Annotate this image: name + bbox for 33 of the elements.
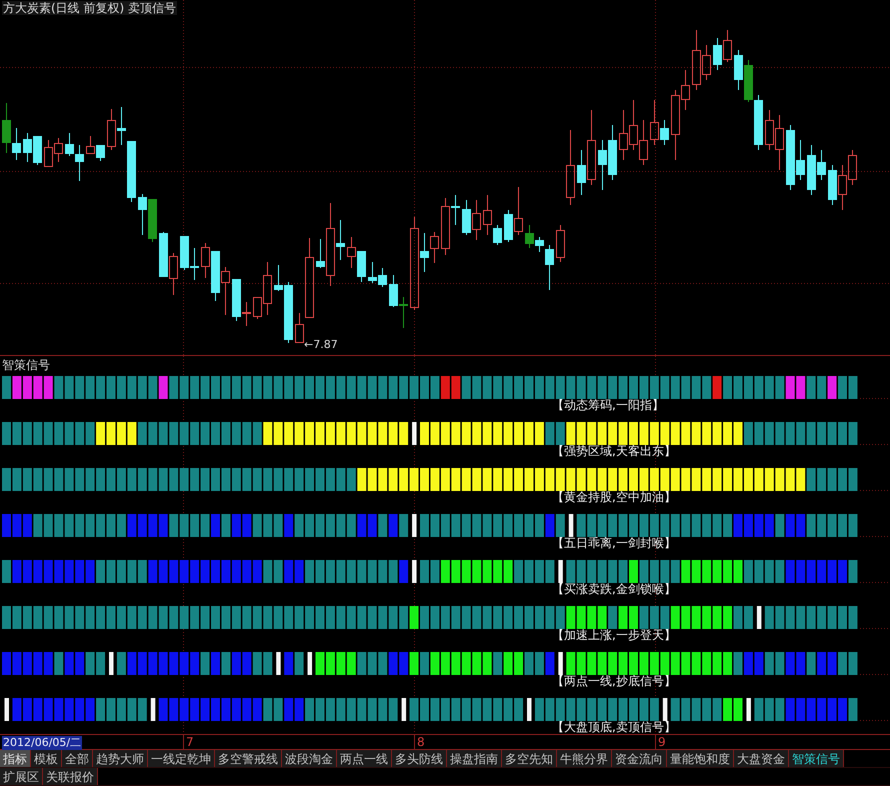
axis-tick-label: 8 bbox=[417, 735, 425, 749]
indicator-tab[interactable]: 多空先知 bbox=[502, 750, 557, 767]
indicator-tab[interactable]: 多空警戒线 bbox=[215, 750, 282, 767]
signal-label: 【大盘顶底,卖顶信号】 bbox=[552, 721, 676, 734]
indicator-tab[interactable]: 量能饱和度 bbox=[667, 750, 734, 767]
signal-label: 【五日乖离,一剑封喉】 bbox=[552, 537, 676, 550]
indicator-tab[interactable]: 波段淘金 bbox=[282, 750, 337, 767]
indicator-tab[interactable]: 牛熊分界 bbox=[557, 750, 612, 767]
indicator-tab[interactable]: 全部 bbox=[62, 750, 93, 767]
signal-label: 【动态筹码,一阳指】 bbox=[552, 399, 664, 412]
indicator-tab[interactable]: 大盘资金 bbox=[734, 750, 789, 767]
axis-tick-label: 7 bbox=[186, 735, 194, 749]
indicator-tab[interactable]: 智策信号 bbox=[789, 750, 844, 767]
signal-label: 【黄金持股,空中加油】 bbox=[552, 491, 676, 504]
indicator-tab[interactable]: 两点一线 bbox=[337, 750, 392, 767]
low-price-label: ←7.87 bbox=[304, 338, 338, 351]
mode-tab[interactable]: 指标 bbox=[0, 750, 31, 767]
signal-label: 【加速上涨,一步登天】 bbox=[552, 629, 676, 642]
indicator-tab[interactable]: 多头防线 bbox=[392, 750, 447, 767]
panel-tab[interactable]: 关联报价 bbox=[43, 768, 98, 785]
signal-label: 【买涨卖跌,金剑锁喉】 bbox=[552, 583, 676, 596]
signal-label: 【强势区域,天客出东】 bbox=[552, 445, 676, 458]
panel-title: 智策信号 bbox=[2, 358, 50, 372]
chart-title: 方大炭素(日线 前复权) 卖顶信号 bbox=[2, 1, 177, 15]
indicator-tab[interactable]: 趋势大师 bbox=[93, 750, 148, 767]
indicator-tab[interactable]: 一线定乾坤 bbox=[148, 750, 215, 767]
indicator-tab[interactable]: 操盘指南 bbox=[447, 750, 502, 767]
axis-tick-label: 9 bbox=[658, 735, 666, 749]
panel-tab[interactable]: 扩展区 bbox=[0, 768, 43, 785]
mode-tab[interactable]: 模板 bbox=[31, 750, 62, 767]
indicator-tab[interactable]: 资金流向 bbox=[612, 750, 667, 767]
signal-label: 【两点一线,抄底信号】 bbox=[552, 675, 676, 688]
date-cursor-label: 2012/06/05/二 bbox=[2, 736, 82, 750]
